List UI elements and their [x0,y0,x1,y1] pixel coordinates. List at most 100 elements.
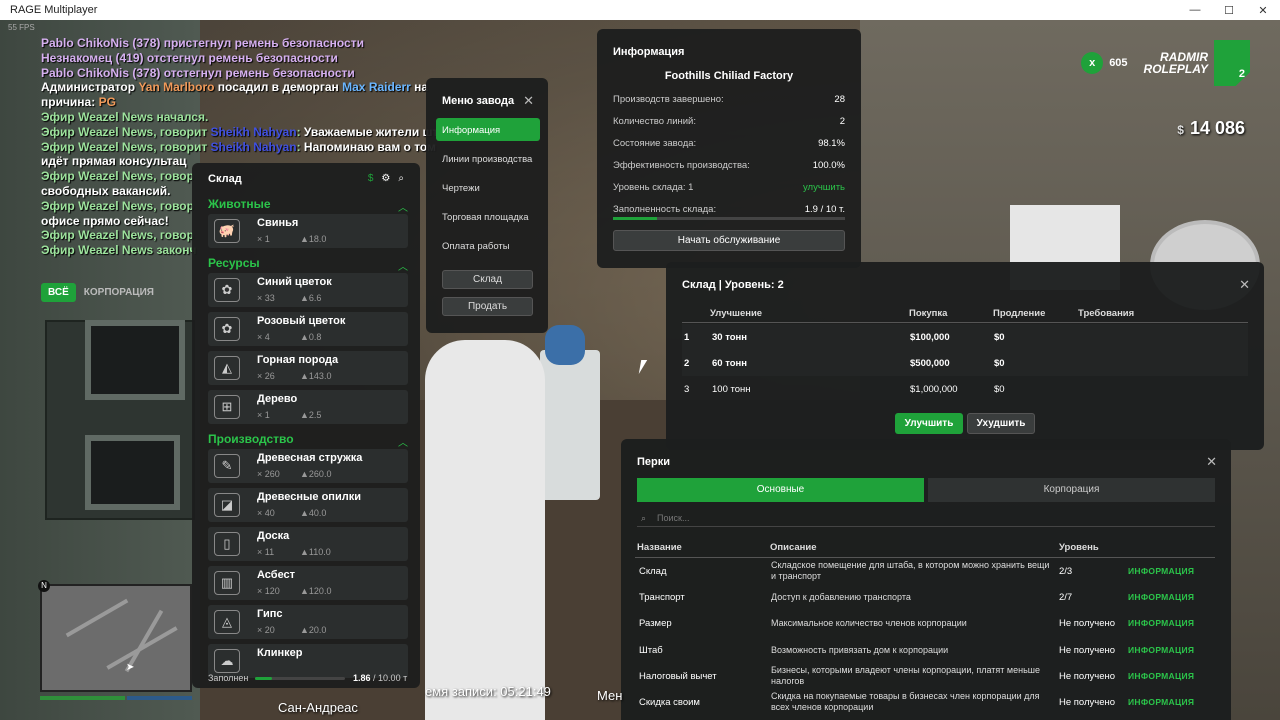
warehouse-item[interactable]: ✎ Древесная стружка × 260 ▲260.0 [208,449,408,483]
gear-icon[interactable]: ⚙ [381,173,390,184]
wood-icon: ⊞ [214,395,240,419]
warehouse-item[interactable]: ⊞ Дерево × 1 ▲2.5 [208,390,408,424]
item-weight: ▲260.0 [300,469,332,479]
col-name: Название [637,542,682,553]
chat-tabs: ВСЁ КОРПОРАЦИЯ [41,283,154,302]
item-weight: ▲143.0 [300,371,332,381]
warehouse-item[interactable]: ▥ Асбест × 120 ▲120.0 [208,566,408,600]
level-row[interactable]: 3 100 тонн $1,000,000 $0 [682,376,1248,402]
warehouse-section-title[interactable]: Производство [208,432,294,446]
col-requirements: Требования [1078,308,1135,319]
upgrade-link[interactable]: улучшить [803,182,845,193]
info-row: Состояние завода: 98.1% [613,138,845,149]
warehouse-fill: Заполнен 1.86 / 10.00 т [208,673,408,683]
warehouse-item[interactable]: ◪ Древесные опилки × 40 ▲40.0 [208,488,408,522]
maximize-icon[interactable]: ☐ [1212,0,1246,20]
perk-info-link[interactable]: ИНФОРМАЦИЯ [1128,566,1194,576]
perk-info-link[interactable]: ИНФОРМАЦИЯ [1128,645,1194,655]
perk-description: Доступ к добавлению транспорта [771,592,911,603]
chevron-up-icon[interactable]: ︿ [398,434,408,449]
logo-mark-icon: 2 [1214,40,1250,86]
info-panel: Информация Foothills Chiliad Factory Про… [597,29,861,268]
item-weight: ▲40.0 [300,508,327,518]
close-icon[interactable]: ✕ [1206,454,1217,470]
search-icon: ⌕ [641,513,647,523]
col-purchase: Покупка [909,308,948,319]
col-upgrade: Улучшение [710,308,763,319]
item-quantity: × 33 [257,293,275,303]
start-service-button[interactable]: Начать обслуживание [613,230,845,251]
warehouse-button[interactable]: Склад [442,270,533,289]
level-row[interactable]: 1 30 тонн $100,000 $0 [682,324,1248,350]
gypsum-icon: ◬ [214,610,240,634]
col-description: Описание [770,542,817,553]
menu-item-blueprints[interactable]: Чертежи [436,176,540,199]
menu-item-info[interactable]: Информация [436,118,540,141]
close-icon[interactable]: ✕ [1239,277,1250,293]
item-name: Синий цветок [257,276,332,288]
perk-info-link[interactable]: ИНФОРМАЦИЯ [1128,671,1194,681]
chat-tab-all[interactable]: ВСЁ [41,283,76,302]
chevron-up-icon[interactable]: ︿ [398,199,408,214]
perk-level: 2/3 [1059,566,1073,577]
chat-tab-corporation[interactable]: КОРПОРАЦИЯ [84,287,154,298]
flower-icon: ✿ [214,278,240,302]
asbestos-icon: ▥ [214,571,240,595]
level-row[interactable]: 2 60 тонн $500,000 $0 [682,350,1248,376]
perk-name: Размер [639,618,672,630]
fps-counter: 55 FPS [8,23,35,32]
plank-icon: ▯ [214,532,240,556]
perks-search-input[interactable]: ⌕ Поиск... [637,509,1215,527]
info-row: Количество линий: 2 [613,116,845,127]
perk-name: Налоговый вычет [639,670,717,682]
chevron-up-icon[interactable]: ︿ [398,258,408,273]
tab-main[interactable]: Основные [637,478,924,502]
search-icon[interactable]: ⌕ [398,173,404,184]
perk-row: Склад Складское помещение для штаба, в ко… [635,558,1215,584]
shavings-icon: ✎ [214,454,240,478]
close-icon[interactable]: ✕ [1246,0,1280,20]
perks-panel: Перки ✕ Основные Корпорация ⌕ Поиск... Н… [621,439,1231,720]
upgrade-button[interactable]: Улучшить [895,413,963,434]
online-count: 605 [1109,57,1128,69]
downgrade-button[interactable]: Ухудшить [967,413,1035,434]
menu-item-payment[interactable]: Оплата работы [436,234,540,257]
perk-info-link[interactable]: ИНФОРМАЦИЯ [1128,697,1194,707]
perk-level: 2/7 [1059,592,1073,604]
item-weight: ▲110.0 [300,547,331,557]
warehouse-item[interactable]: ✿ Розовый цветок × 4 ▲0.8 [208,312,408,346]
warehouse-item[interactable]: 🐖 Свинья × 1 ▲18.0 [208,214,408,248]
xbox-icon: x [1081,52,1104,74]
tab-corporation[interactable]: Корпорация [928,478,1215,502]
perk-info-link[interactable]: ИНФОРМАЦИЯ [1128,592,1194,602]
warehouse-item[interactable]: ◭ Горная порода × 26 ▲143.0 [208,351,408,385]
factory-menu: Меню завода ✕ Информация Линии производс… [426,78,548,333]
chat-line: Администратор Yan Marlboro посадил в дем… [41,80,429,95]
item-quantity: × 26 [257,371,275,381]
item-name: Древесная стружка [257,452,363,464]
warehouse-item[interactable]: ✿ Синий цветок × 33 ▲6.6 [208,273,408,307]
item-weight: ▲120.0 [300,586,332,596]
item-name: Асбест [257,569,296,581]
info-title: Информация [613,46,685,58]
perk-level: Не получено [1059,644,1116,656]
close-icon[interactable]: ✕ [523,93,534,109]
perk-info-link[interactable]: ИНФОРМАЦИЯ [1128,618,1194,628]
dollar-icon[interactable]: $ [368,173,374,184]
perk-name: Склад [639,566,667,577]
minimize-icon[interactable]: — [1178,0,1212,20]
perk-row: Штаб Возможность привязать дом к корпорац… [635,637,1215,663]
warehouse-section-title[interactable]: Животные [208,197,271,211]
menu-item-lines[interactable]: Линии производства [436,147,540,170]
item-weight: ▲20.0 [300,625,327,635]
warehouse-section-title[interactable]: Ресурсы [208,256,260,270]
menu-item-market[interactable]: Торговая площадка [436,205,540,228]
warehouse-item[interactable]: ◬ Гипс × 20 ▲20.0 [208,605,408,639]
perk-name: Штаб [639,644,663,656]
menu-hint: Мен [597,688,623,703]
item-name: Свинья [257,217,299,229]
item-quantity: × 11 [257,547,275,557]
warehouse-item[interactable]: ▯ Доска × 11 ▲110.0 [208,527,408,561]
sell-button[interactable]: Продать [442,297,533,316]
sawdust-icon: ◪ [214,493,240,517]
